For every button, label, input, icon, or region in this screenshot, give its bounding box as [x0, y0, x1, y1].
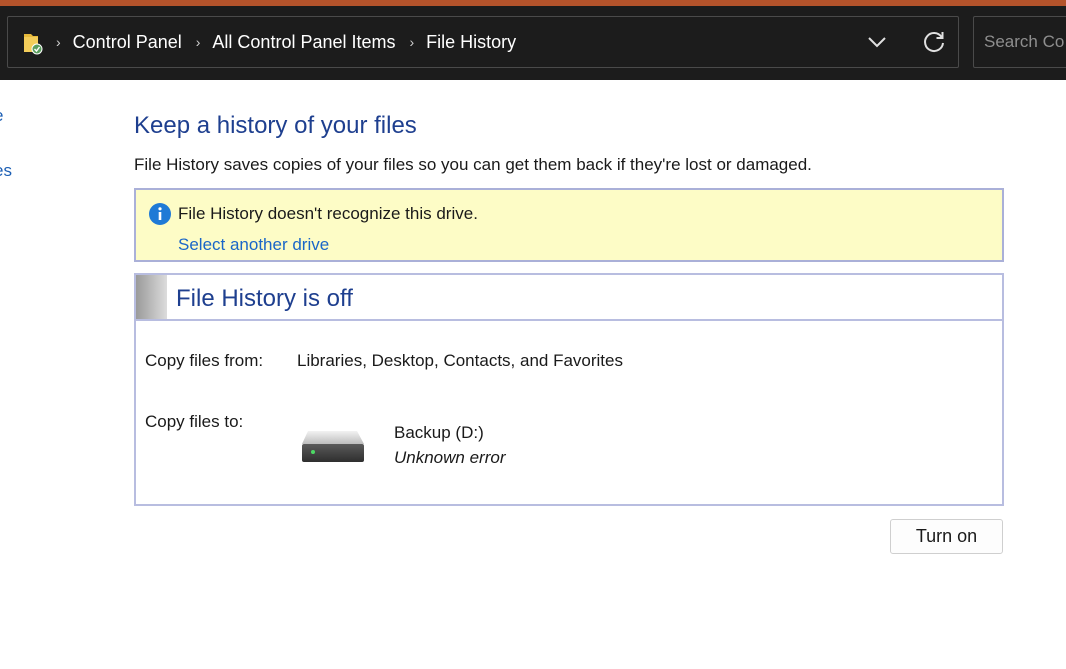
- navigation-bar: › Control Panel › All Control Panel Item…: [0, 6, 1066, 80]
- select-another-drive-link[interactable]: Select another drive: [178, 235, 329, 255]
- notice-box: File History doesn't recognize this driv…: [134, 188, 1004, 262]
- notice-text: File History doesn't recognize this driv…: [178, 204, 478, 223]
- breadcrumb-control-panel[interactable]: Control Panel: [73, 32, 182, 53]
- breadcrumb-file-history[interactable]: File History: [426, 32, 516, 53]
- breadcrumb-all-control-panel-items[interactable]: All Control Panel Items: [212, 32, 395, 53]
- page-description: File History saves copies of your files …: [134, 155, 812, 174]
- address-bar[interactable]: › Control Panel › All Control Panel Item…: [7, 16, 959, 68]
- status-header: File History is off: [136, 275, 1002, 321]
- chevron-right-icon: ›: [56, 34, 61, 50]
- drive-icon: [302, 431, 364, 462]
- sidebar-link-fragment[interactable]: e: [0, 106, 3, 126]
- status-title: File History is off: [176, 285, 353, 312]
- status-indicator: [136, 275, 167, 319]
- drive-name: Backup (D:): [394, 423, 484, 442]
- info-icon: [149, 203, 171, 225]
- sidebar-link-fragment[interactable]: es: [0, 161, 12, 181]
- copy-from-value: Libraries, Desktop, Contacts, and Favori…: [297, 351, 623, 370]
- chevron-down-icon[interactable]: [864, 29, 890, 55]
- folder-icon: [24, 34, 43, 55]
- chevron-right-icon: ›: [195, 34, 201, 50]
- chevron-right-icon: ›: [409, 34, 415, 50]
- refresh-icon[interactable]: [920, 28, 948, 56]
- search-placeholder: Search Co: [984, 32, 1065, 51]
- page-title: Keep a history of your files: [134, 112, 417, 139]
- search-input[interactable]: Search Co: [973, 16, 1066, 68]
- copy-from-label: Copy files from:: [145, 351, 264, 370]
- drive-status: Unknown error: [394, 448, 506, 467]
- breadcrumb: › Control Panel › All Control Panel Item…: [56, 17, 530, 67]
- copy-to-label: Copy files to:: [145, 412, 244, 431]
- turn-on-button[interactable]: Turn on: [890, 519, 1003, 554]
- status-panel: File History is off Copy files from: Lib…: [134, 273, 1004, 506]
